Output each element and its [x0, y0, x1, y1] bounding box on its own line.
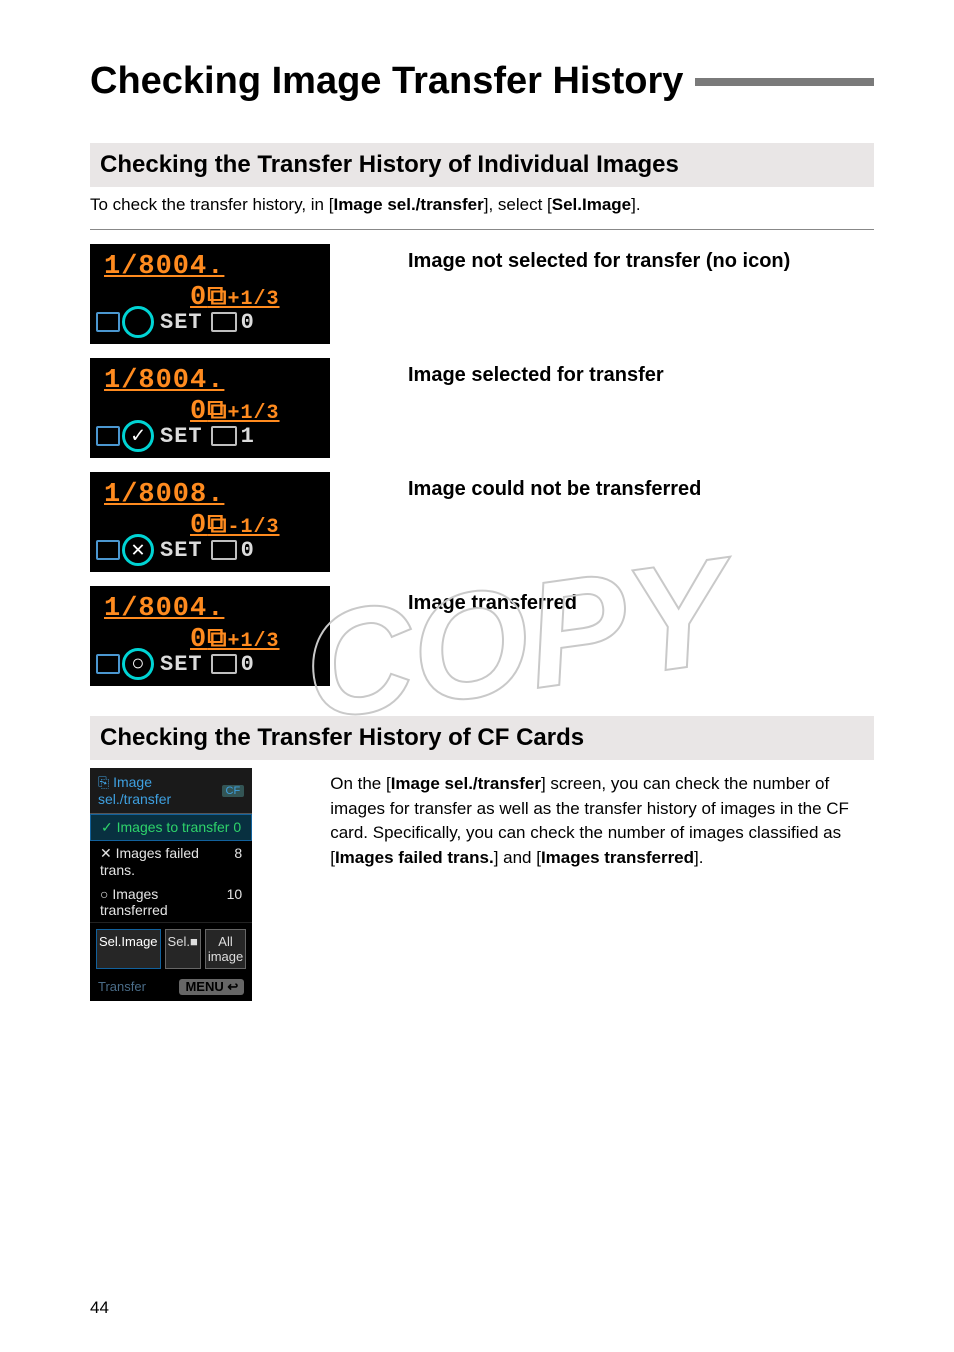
status-icon-none [122, 306, 154, 338]
status-examples: 1/800 4. 0⧉+1/3 SET 0 Image not selected… [90, 244, 874, 686]
state-label: Image transferred [408, 586, 577, 615]
instruction-line: To check the transfer history, in [Image… [90, 195, 874, 215]
menu-back-badge: MENU ↩ [179, 979, 244, 995]
state-row: 1/800 4. 0⧉+1/3 ○ SET 0 Image transferre… [90, 586, 874, 686]
menu-row-failed: ✕ Images failed trans. 8 [90, 841, 252, 882]
shutter-value: 1/800 [104, 594, 190, 624]
tab-sel-folder: Sel.■ [165, 929, 201, 969]
transfer-menu-icon: ⎘ [98, 774, 109, 790]
set-label: SET [160, 538, 203, 563]
shutter-value: 1/800 [104, 480, 190, 510]
lcd-thumb-failed: 1/800 8. 0⧉-1/3 ✕ SET 0 [90, 472, 330, 572]
card-icon [211, 426, 237, 446]
status-icon-x: ✕ [122, 534, 154, 566]
lcd-thumb-transferred: 1/800 4. 0⧉+1/3 ○ SET 0 [90, 586, 330, 686]
state-label: Image not selected for transfer (no icon… [408, 244, 790, 273]
card-icon [211, 654, 237, 674]
page-number: 44 [90, 1298, 109, 1318]
menu-value: 8 [234, 845, 242, 878]
card-icon [211, 312, 237, 332]
state-label: Image could not be transferred [408, 472, 701, 501]
set-label: SET [160, 424, 203, 449]
title-rule [695, 78, 874, 86]
shutter-value: 1/800 [104, 252, 190, 282]
menu-value: 0 [233, 819, 241, 836]
section-heading-individual: Checking the Transfer History of Individ… [90, 143, 874, 187]
transfer-book-icon [96, 312, 120, 332]
count-value: 1 [241, 424, 254, 449]
menu-row-to-transfer: ✓ Images to transfer 0 [90, 814, 252, 841]
state-row: 1/800 4. 0⧉+1/3 ✓ SET 1 Image selected f… [90, 358, 874, 458]
cf-description: On the [Image sel./transfer] screen, you… [330, 768, 874, 871]
tab-sel-image: Sel.Image [96, 929, 161, 969]
count-value: 0 [241, 538, 254, 563]
footer-transfer: Transfer [98, 979, 146, 995]
tab-all-image: All image [205, 929, 246, 969]
state-label: Image selected for transfer [408, 358, 664, 387]
page-title: Checking Image Transfer History [90, 60, 683, 103]
divider [90, 229, 874, 230]
x-icon: ✕ [100, 845, 112, 861]
state-row: 1/800 4. 0⧉+1/3 SET 0 Image not selected… [90, 244, 874, 344]
set-label: SET [160, 310, 203, 335]
status-icon-check: ✓ [122, 420, 154, 452]
check-icon: ✓ [101, 819, 113, 835]
transfer-book-icon [96, 540, 120, 560]
section-heading-cf: Checking the Transfer History of CF Card… [90, 716, 874, 760]
count-value: 0 [241, 310, 254, 335]
count-value: 0 [241, 652, 254, 677]
status-icon-circle: ○ [122, 648, 154, 680]
card-icon [211, 540, 237, 560]
cf-badge: CF [222, 785, 245, 797]
menu-title: Image sel./transfer [98, 774, 171, 807]
menu-value: 10 [227, 886, 243, 918]
circle-icon: ○ [100, 886, 108, 902]
transfer-book-icon [96, 654, 120, 674]
lcd-thumb-not-selected: 1/800 4. 0⧉+1/3 SET 0 [90, 244, 330, 344]
menu-screenshot: ⎘ Image sel./transfer CF ✓ Images to tra… [90, 768, 252, 1001]
set-label: SET [160, 652, 203, 677]
lcd-thumb-selected: 1/800 4. 0⧉+1/3 ✓ SET 1 [90, 358, 330, 458]
state-row: 1/800 8. 0⧉-1/3 ✕ SET 0 Image could not … [90, 472, 874, 572]
menu-row-transferred: ○ Images transferred 10 [90, 882, 252, 922]
shutter-value: 1/800 [104, 366, 190, 396]
transfer-book-icon [96, 426, 120, 446]
